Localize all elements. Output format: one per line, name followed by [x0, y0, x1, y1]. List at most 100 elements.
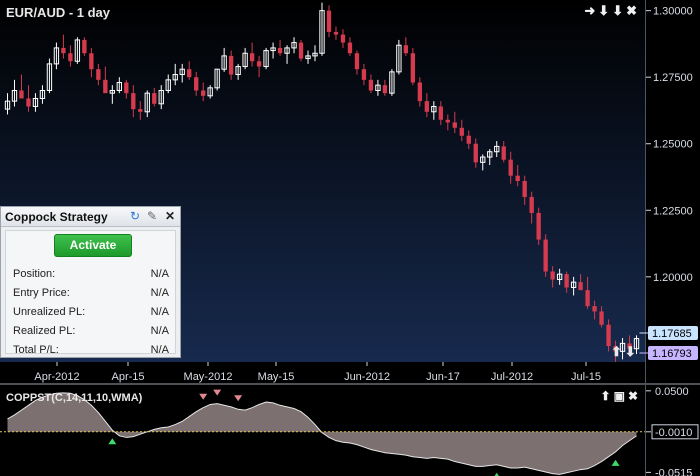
candle-down [103, 79, 108, 94]
time-tick-label: Jun-17 [426, 371, 460, 383]
candle-down [277, 47, 283, 54]
candle-down [61, 47, 66, 54]
candle-down [361, 69, 367, 80]
arrow-down-icon[interactable]: ⬇ [598, 3, 610, 18]
time-tick-label: Apr-15 [111, 371, 144, 383]
indicator-tick-label: -0.0010 [655, 427, 692, 439]
candle-down [550, 271, 555, 280]
time-tick-label: Apr-2012 [34, 371, 79, 383]
chart-title: EUR/AUD - 1 day [6, 5, 111, 20]
activate-button[interactable]: Activate [54, 234, 132, 257]
candle-down [529, 196, 534, 213]
candle-down [68, 53, 73, 62]
strategy-panel-title: Coppock Strategy [5, 210, 108, 224]
strategy-panel: Coppock Strategy ↻ ✎ ✕ Activate Position… [0, 206, 181, 358]
candle-down [201, 90, 206, 96]
indicator-area [7, 392, 637, 475]
candle-down [410, 53, 416, 83]
candle-down [445, 119, 450, 123]
unrealized-pl-row: Unrealized PL: N/A [13, 306, 169, 318]
candle-down [368, 79, 374, 91]
close-icon[interactable]: ✕ [165, 209, 175, 223]
restore-icon[interactable]: ▣ [614, 389, 625, 403]
time-tick-label: May-2012 [184, 371, 233, 383]
time-tick-label: May-15 [258, 371, 295, 383]
price-tick-label: 1.22500 [653, 205, 693, 217]
candle-down [585, 290, 590, 307]
indicator-title: COPPST(C,14,11,10,WMA) [6, 392, 143, 404]
candle-down [543, 239, 548, 272]
arrow-up-icon[interactable]: ⬆ [611, 344, 622, 359]
candle-down [522, 181, 527, 197]
last-price-label: 1.17685 [652, 328, 692, 340]
entry-price-row: Entry Price: N/A [13, 287, 169, 299]
candle-down [89, 53, 94, 70]
row-label: Entry Price: [13, 287, 70, 299]
total-pl-row: Total P/L: N/A [13, 344, 169, 356]
candle-down [82, 39, 87, 54]
arrow-up-icon[interactable]: ⬆ [601, 389, 611, 403]
strategy-panel-header[interactable]: Coppock Strategy ↻ ✎ ✕ [1, 207, 180, 227]
price-tick-label: 1.25000 [653, 139, 693, 151]
candle-down [326, 10, 332, 32]
row-value: N/A [150, 287, 169, 299]
candle-down [131, 93, 136, 110]
candle-down [298, 42, 304, 59]
candle-down [536, 212, 541, 240]
candle-down [333, 31, 339, 35]
candle-down [508, 159, 513, 176]
candle-down [438, 106, 443, 120]
bid-price-label: 1.16793 [652, 348, 692, 360]
price-tick-label: 1.20000 [653, 272, 693, 284]
candle-down [228, 55, 234, 75]
arrow-right-icon[interactable]: ➜ [584, 3, 596, 18]
wrench-icon[interactable]: ✎ [147, 209, 157, 223]
candle-down [26, 98, 31, 107]
candle-down [452, 122, 457, 128]
candle-down [347, 42, 353, 54]
chart-window: 1.30000 1.27500 1.25000 1.22500 1.20000 Apr-… [0, 0, 700, 476]
row-value: N/A [150, 306, 169, 318]
candle-down [124, 82, 129, 94]
candle-down [578, 282, 583, 291]
indicator-tick-label: -0.0515 [655, 467, 692, 476]
candle-down [249, 53, 255, 62]
candle-down [501, 146, 506, 160]
row-label: Position: [13, 268, 56, 280]
candle-down [515, 175, 520, 181]
candle-down [187, 69, 192, 78]
candle-down [256, 61, 262, 67]
candle-down [152, 93, 157, 104]
candle-down [382, 85, 388, 94]
candle-down [466, 135, 471, 144]
sell-signal-marker [234, 395, 243, 402]
arrow-down-icon[interactable]: ⬇ [625, 344, 636, 359]
candle-down [19, 90, 24, 99]
time-tick-label: Jul-15 [571, 371, 601, 383]
row-label: Total P/L: [13, 344, 59, 356]
close-icon[interactable]: ✖ [628, 389, 638, 403]
sell-signal-marker [199, 393, 208, 400]
time-tick-label: Jun-2012 [344, 371, 390, 383]
candle-down [459, 127, 464, 136]
candle-down [599, 311, 604, 325]
arrow-down-icon[interactable]: ⬇ [612, 3, 624, 18]
strategy-panel-body: Activate Position: N/A Entry Price: N/A Un… [5, 230, 176, 356]
candle-down [417, 82, 423, 102]
refresh-icon[interactable]: ↻ [130, 209, 140, 223]
realized-pl-row: Realized PL: N/A [13, 325, 169, 337]
scroll-controls: ⬆ ⬇ [611, 344, 636, 360]
candle-down [138, 109, 143, 112]
row-value: N/A [150, 344, 169, 356]
sell-signal-marker [213, 389, 222, 396]
candle-down [424, 101, 430, 112]
candle-down [403, 45, 409, 54]
candle-down [564, 274, 569, 288]
close-icon[interactable]: ✖ [626, 3, 638, 18]
indicator-controls: ⬆ ▣ ✖ [598, 389, 638, 403]
candle-down [473, 143, 478, 163]
position-row: Position: N/A [13, 268, 169, 280]
candle-down [354, 53, 360, 70]
price-axis-area [645, 0, 700, 362]
indicator-tick-label: 0.0500 [655, 386, 689, 398]
